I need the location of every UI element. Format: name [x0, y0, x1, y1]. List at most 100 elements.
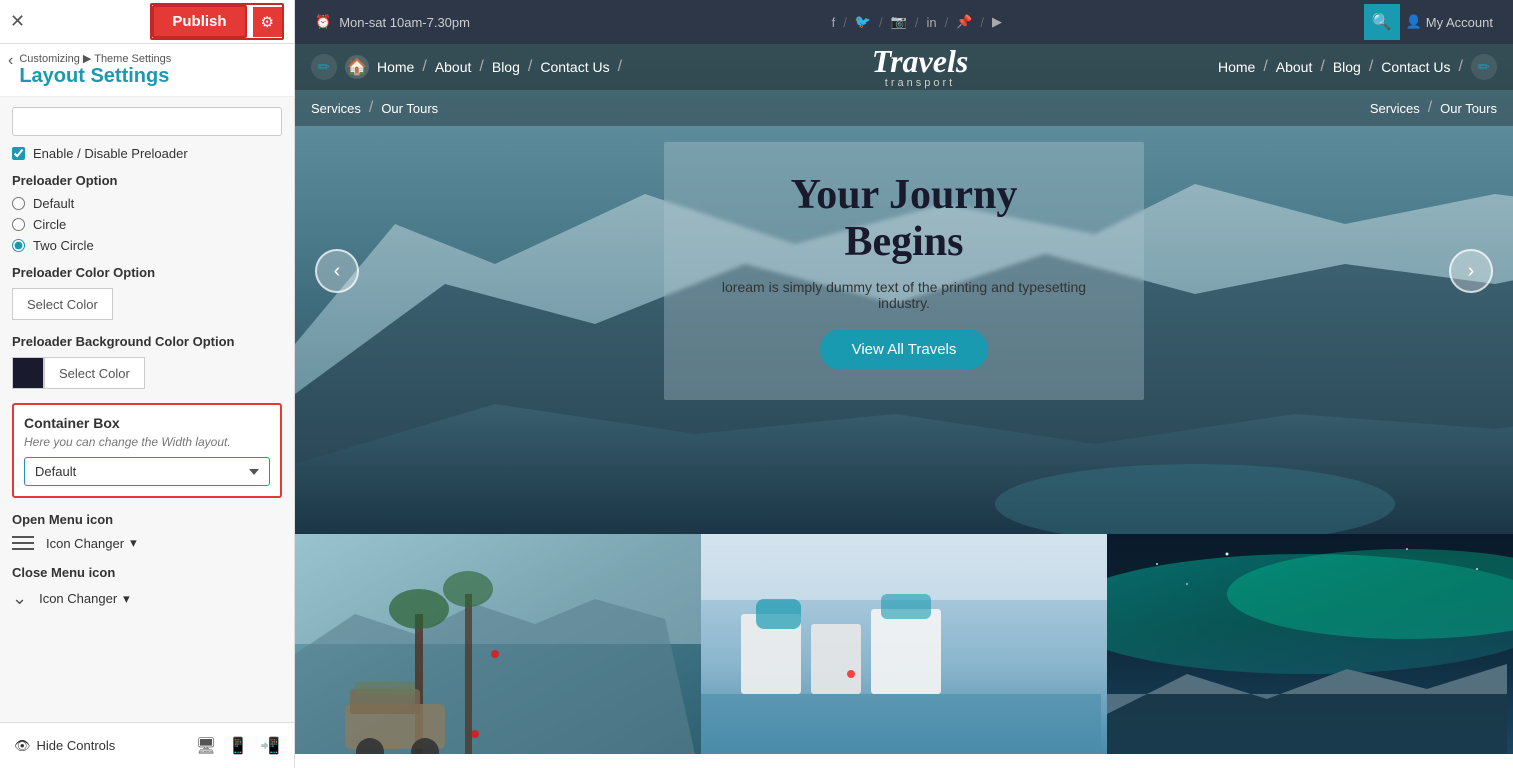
sub-nav-tours-left[interactable]: Our Tours	[381, 101, 438, 116]
preloader-color-title: Preloader Color Option	[12, 265, 282, 280]
close-button[interactable]: ✕	[10, 11, 25, 32]
nav-about-left[interactable]: About	[435, 59, 472, 75]
nav-slash-4: /	[618, 58, 622, 76]
edit-nav-left-icon[interactable]: ✏	[311, 54, 337, 80]
pinterest-icon[interactable]: 📌	[956, 14, 972, 30]
search-button[interactable]: 🔍	[1364, 4, 1400, 40]
radio-default[interactable]	[12, 197, 25, 210]
sidebar: ✕ Publish ⚙ ‹ Customizing ▶ Theme Settin…	[0, 0, 295, 768]
hamburger-icon[interactable]	[12, 536, 34, 550]
hero-section: ✏ 🏠 Home / About / Blog / Contact Us / T…	[295, 44, 1513, 534]
radio-circle[interactable]	[12, 218, 25, 231]
enable-preloader-checkbox[interactable]	[12, 147, 25, 160]
nav-home-right[interactable]: Home	[1218, 59, 1255, 75]
my-account-link[interactable]: 👤 My Account	[1406, 14, 1493, 30]
radio-circle-row: Circle	[12, 217, 282, 232]
thumbnails-row	[295, 534, 1513, 754]
sub-nav-services-right[interactable]: Services	[1370, 101, 1420, 116]
preloader-color-section: Preloader Color Option Select Color	[12, 265, 282, 320]
youtube-icon[interactable]: ▶	[992, 14, 1002, 30]
back-button[interactable]: ‹	[8, 52, 13, 70]
close-menu-icon-changer-row: ⌄ Icon Changer ▾	[12, 588, 282, 609]
mobile-view-button[interactable]: 📲	[260, 736, 280, 756]
slider-prev-button[interactable]: ‹	[315, 249, 359, 293]
nav-slash-5: /	[1263, 58, 1267, 76]
gear-button[interactable]: ⚙	[253, 7, 282, 37]
open-menu-section: Open Menu icon Icon Changer ▾	[12, 512, 282, 551]
container-box-select[interactable]: Default Full Width Boxed	[24, 457, 270, 486]
tablet-view-button[interactable]: 📱	[228, 736, 248, 756]
nav-left-area: ✏ 🏠 Home / About / Blog / Contact Us /	[311, 54, 622, 80]
sidebar-bottom-bar: 👁 Hide Controls 🖥 📱 📲	[0, 722, 294, 768]
container-box-section: Container Box Here you can change the Wi…	[12, 403, 282, 498]
preview-header: ⏰ Mon-sat 10am-7.30pm f / 🐦 / 📷 / in / 📌…	[295, 0, 1513, 44]
sub-nav-tours-right[interactable]: Our Tours	[1440, 101, 1497, 116]
nav-blog-right[interactable]: Blog	[1333, 59, 1361, 75]
view-all-travels-button[interactable]: View All Travels	[820, 329, 989, 370]
account-icon: 👤	[1406, 14, 1422, 30]
preloader-option-group: Default Circle Two Circle	[12, 196, 282, 253]
slider-area: ‹ Your Journy Begins loream is simply du…	[295, 126, 1513, 416]
sub-nav-slash-2: /	[1428, 99, 1432, 117]
preloader-bg-color-row: Select Color	[12, 357, 282, 389]
sub-nav-left: Services / Our Tours	[311, 99, 438, 117]
edit-nav-right-icon[interactable]: ✏	[1471, 54, 1497, 80]
container-box-title: Container Box	[24, 415, 270, 431]
sidebar-topbar: ✕ Publish ⚙	[0, 0, 294, 44]
nav-about-right[interactable]: About	[1276, 59, 1313, 75]
hide-controls-label: Hide Controls	[37, 738, 116, 753]
preloader-bg-color-swatch[interactable]	[12, 357, 44, 389]
preloader-bg-color-section: Preloader Background Color Option Select…	[12, 334, 282, 389]
thumbnail-coastal[interactable]	[701, 534, 1107, 754]
slider-description: loream is simply dummy text of the print…	[704, 279, 1104, 311]
my-account-label: My Account	[1426, 15, 1493, 30]
hero-nav: ✏ 🏠 Home / About / Blog / Contact Us / T…	[295, 44, 1513, 90]
radio-two-circle[interactable]	[12, 239, 25, 252]
twitter-icon[interactable]: 🐦	[855, 14, 871, 30]
close-menu-title: Close Menu icon	[12, 565, 282, 580]
schedule-text: Mon-sat 10am-7.30pm	[339, 15, 470, 30]
enable-preloader-row: Enable / Disable Preloader	[12, 146, 282, 161]
layout-settings-title: Layout Settings	[19, 65, 171, 96]
preloader-color-button[interactable]: Select Color	[12, 288, 113, 320]
nav-slash-7: /	[1369, 58, 1373, 76]
nav-slash-1: /	[422, 58, 426, 76]
preloader-bg-color-button[interactable]: Select Color	[44, 357, 145, 389]
header-schedule-area: ⏰ Mon-sat 10am-7.30pm	[315, 14, 470, 30]
sub-nav-services-left[interactable]: Services	[311, 101, 361, 116]
open-menu-title: Open Menu icon	[12, 512, 282, 527]
open-menu-icon-changer-button[interactable]: Icon Changer ▾	[46, 535, 137, 551]
preloader-bg-color-title: Preloader Background Color Option	[12, 334, 282, 349]
preloader-option-title: Preloader Option	[12, 173, 282, 188]
sub-nav: Services / Our Tours Services / Our Tour…	[295, 90, 1513, 126]
facebook-icon[interactable]: f	[832, 15, 836, 30]
linkedin-icon[interactable]: in	[926, 15, 936, 30]
hide-controls-button[interactable]: 👁 Hide Controls	[14, 738, 115, 754]
thumbnail-aurora[interactable]	[1107, 534, 1513, 754]
radio-default-label: Default	[33, 196, 74, 211]
slider-next-button[interactable]: ›	[1449, 249, 1493, 293]
breadcrumb: Customizing ▶ Theme Settings	[19, 52, 171, 65]
nav-blog-left[interactable]: Blog	[492, 59, 520, 75]
radio-default-row: Default	[12, 196, 282, 211]
enable-preloader-label: Enable / Disable Preloader	[33, 146, 188, 161]
brand-title: Travels	[872, 45, 969, 77]
social-icons-area: f / 🐦 / 📷 / in / 📌 / ▶	[832, 14, 1002, 30]
close-menu-icon-changer-label: Icon Changer	[39, 591, 117, 606]
close-menu-icon-changer-button[interactable]: Icon Changer ▾	[39, 591, 130, 607]
publish-button[interactable]: Publish	[152, 5, 246, 38]
thumbnail-tropical[interactable]	[295, 534, 701, 754]
nav-contact-right[interactable]: Contact Us	[1381, 59, 1450, 75]
nav-contact-left[interactable]: Contact Us	[540, 59, 609, 75]
slider-content-box: Your Journy Begins loream is simply dumm…	[664, 142, 1144, 399]
view-icons: 🖥 📱 📲	[196, 736, 280, 756]
nav-slash-8: /	[1459, 58, 1463, 76]
desktop-view-button[interactable]: 🖥	[196, 736, 216, 756]
search-input[interactable]	[12, 107, 282, 136]
instagram-icon[interactable]: 📷	[891, 14, 907, 30]
nav-home-left[interactable]: Home	[377, 59, 414, 75]
sub-nav-right: Services / Our Tours	[1370, 99, 1497, 117]
home-icon-left[interactable]: 🏠	[345, 55, 369, 79]
container-box-desc: Here you can change the Width layout.	[24, 435, 270, 449]
clock-icon: ⏰	[315, 14, 331, 30]
